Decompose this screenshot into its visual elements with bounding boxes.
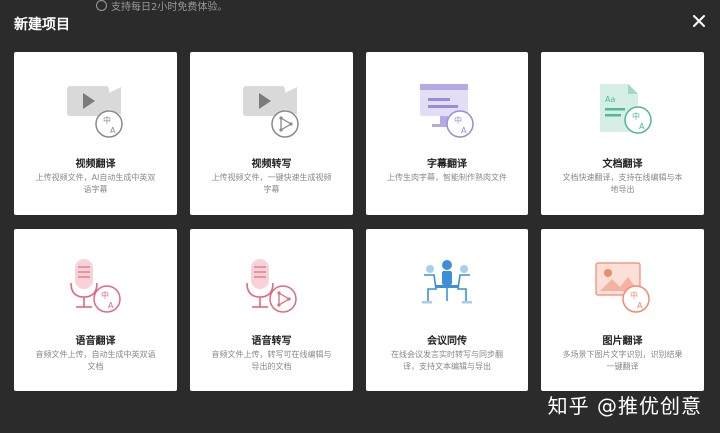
card-video-transcribe[interactable]: 视频转写 上传视频文件，一键快速生成视频字幕: [190, 52, 353, 215]
svg-text:中: 中: [454, 115, 462, 125]
info-icon: [96, 0, 107, 11]
video-translate-icon: 中 A: [63, 80, 129, 142]
card-description: 多场景下图片文字识别，识别结果一键翻译: [562, 350, 683, 371]
document-translate-icon: Aa 中 A: [590, 80, 656, 142]
close-icon: [693, 15, 705, 27]
card-title: 文档翻译: [602, 159, 643, 170]
svg-text:中: 中: [103, 115, 111, 125]
svg-text:中: 中: [101, 290, 109, 300]
dialog-title: 新建项目: [14, 17, 70, 33]
card-description: 音频文件上传，自动生成中英双语文档: [35, 350, 156, 371]
svg-text:Aa: Aa: [605, 95, 615, 104]
audio-transcribe-icon: [239, 257, 305, 319]
card-description: 上传生肉字幕，智能制作熟肉文件: [387, 173, 507, 182]
card-title: 会议同传: [427, 336, 467, 347]
svg-text:中: 中: [632, 111, 640, 121]
free-trial-note: 支持每日2小时免费体验。: [96, 0, 227, 15]
card-image-translate[interactable]: 中 A 图片翻译 多场景下图片文字识别，识别结果一键翻译: [541, 229, 704, 391]
svg-text:A: A: [108, 301, 114, 310]
card-meeting-interpret[interactable]: 会议同传 在线会议发言实时转写与同步翻译，支持文本编辑与导出: [366, 229, 528, 391]
card-description: 音频文件上传，转写可在线编辑与导出的文档: [211, 350, 332, 371]
card-title: 语音翻译: [75, 336, 116, 347]
card-audio-translate[interactable]: 中 A 语音翻译 音频文件上传，自动生成中英双语文档: [14, 229, 177, 391]
svg-text:A: A: [110, 126, 116, 135]
close-button[interactable]: [688, 10, 710, 32]
card-description: 在线会议发言实时转写与同步翻译，支持文本编辑与导出: [391, 350, 503, 371]
svg-text:A: A: [461, 126, 467, 135]
audio-translate-icon: 中 A: [63, 257, 129, 319]
svg-text:A: A: [637, 301, 643, 310]
watermark-text: 知乎 @推优创意: [547, 394, 702, 418]
card-title: 图片翻译: [602, 336, 643, 347]
svg-text:A: A: [639, 122, 645, 131]
card-title: 语音转写: [251, 336, 292, 347]
card-description: 文档快速翻译，支持在线编辑与本地导出: [562, 173, 683, 194]
card-document-translate[interactable]: Aa 中 A 文档翻译 文档快速翻译，支持在线编辑与本地导出: [541, 52, 704, 215]
svg-text:中: 中: [630, 290, 638, 300]
card-description: 上传视频文件，一键快速生成视频字幕: [211, 173, 332, 194]
card-title: 视频翻译: [75, 159, 116, 170]
card-subtitle-translate[interactable]: 中 A 字幕翻译 上传生肉字幕，智能制作熟肉文件: [366, 52, 528, 215]
project-type-grid: 中 A 视频翻译 上传视频文件，AI自动生成中英双语字幕 视频转写 上传视频文件…: [14, 52, 704, 391]
card-audio-transcribe[interactable]: 语音转写 音频文件上传，转写可在线编辑与导出的文档: [190, 229, 353, 391]
card-video-translate[interactable]: 中 A 视频翻译 上传视频文件，AI自动生成中英双语字幕: [14, 52, 177, 215]
card-title: 字幕翻译: [427, 159, 467, 170]
video-transcribe-icon: [239, 80, 305, 142]
subtitle-translate-icon: 中 A: [414, 80, 480, 142]
card-title: 视频转写: [251, 159, 292, 170]
card-description: 上传视频文件，AI自动生成中英双语字幕: [35, 173, 156, 194]
free-trial-note-text: 支持每日2小时免费体验。: [111, 2, 228, 13]
image-translate-icon: 中 A: [590, 257, 656, 319]
meeting-interpret-icon: [414, 257, 480, 319]
